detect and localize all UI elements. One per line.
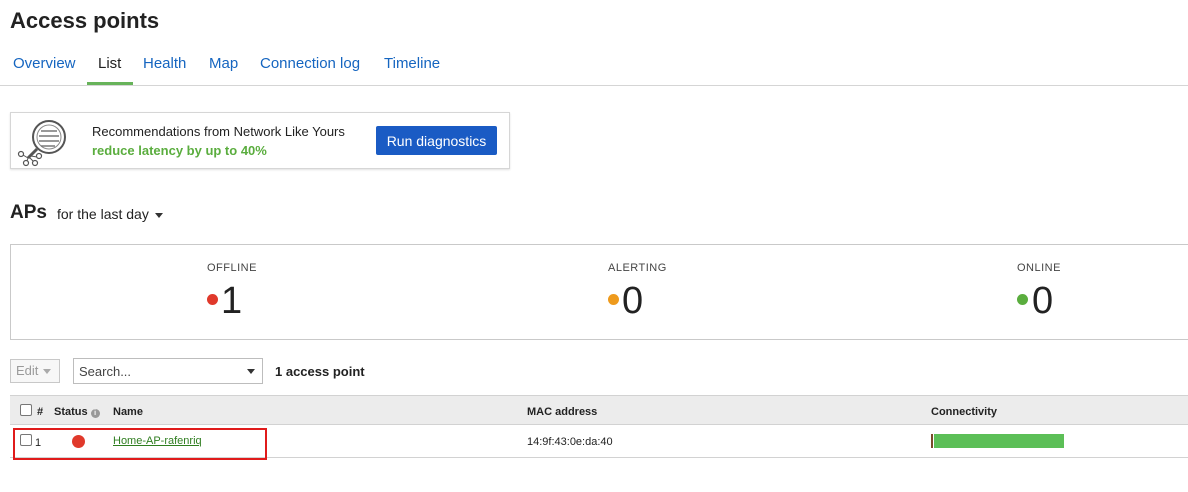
- time-range-dropdown[interactable]: for the last day: [57, 206, 163, 222]
- row-index: 1: [35, 437, 42, 449]
- time-range-label: for the last day: [57, 206, 149, 222]
- alerting-stat: ALERTING 0: [411, 245, 811, 341]
- alerting-label: ALERTING: [608, 262, 667, 274]
- mac-address: 14:9f:43:0e:da:40: [527, 436, 613, 448]
- table-row[interactable]: 1 Home-AP-rafenriq 14:9f:43:0e:da:40: [10, 426, 1188, 458]
- status-summary-panel: OFFLINE 1 ALERTING 0 ONLINE 0: [10, 244, 1188, 340]
- tab-connection-log[interactable]: Connection log: [260, 55, 360, 72]
- recommendation-text: Recommendations from Network Like Yours: [92, 124, 345, 139]
- row-checkbox[interactable]: [20, 434, 32, 446]
- search-input[interactable]: [73, 358, 263, 384]
- tab-list[interactable]: List: [98, 55, 121, 72]
- alerting-status-dot: [608, 294, 619, 305]
- online-count: 0: [1032, 280, 1054, 322]
- alerting-count: 0: [622, 280, 644, 322]
- run-diagnostics-button[interactable]: Run diagnostics: [376, 126, 497, 155]
- access-point-count: 1 access point: [275, 364, 365, 379]
- tab-timeline[interactable]: Timeline: [384, 55, 440, 72]
- online-label: ONLINE: [1017, 262, 1061, 274]
- column-status-label: Status: [54, 406, 88, 418]
- column-name[interactable]: Name: [113, 406, 143, 418]
- recommendation-banner: Recommendations from Network Like Yours …: [10, 112, 510, 169]
- tab-overview[interactable]: Overview: [13, 55, 76, 72]
- connectivity-bar: [934, 434, 1064, 448]
- connectivity-offline-marker: [931, 434, 933, 448]
- offline-stat: OFFLINE 1: [11, 245, 411, 341]
- column-status[interactable]: Status i: [54, 406, 100, 418]
- chevron-down-icon: [247, 369, 255, 374]
- tab-bar: Overview List Health Map Connection log …: [0, 0, 1188, 86]
- magnifier-network-icon: [17, 120, 66, 167]
- edit-dropdown[interactable]: Edit: [10, 359, 60, 383]
- offline-label: OFFLINE: [207, 262, 257, 274]
- online-stat: ONLINE 0: [811, 245, 1188, 341]
- recommendation-benefit: reduce latency by up to 40%: [92, 143, 267, 158]
- select-all-checkbox[interactable]: [20, 404, 32, 416]
- chevron-down-icon: [154, 212, 163, 218]
- info-icon[interactable]: i: [90, 409, 100, 418]
- table-header: # Status i Name MAC address Connectivity: [10, 395, 1188, 425]
- column-connectivity[interactable]: Connectivity: [931, 406, 997, 418]
- status-dot: [72, 435, 85, 448]
- column-index[interactable]: #: [37, 406, 43, 418]
- offline-status-dot: [207, 294, 218, 305]
- offline-count: 1: [221, 280, 243, 322]
- edit-label: Edit: [16, 363, 39, 378]
- tab-health[interactable]: Health: [143, 55, 186, 72]
- online-status-dot: [1017, 294, 1028, 305]
- ap-name-link[interactable]: Home-AP-rafenriq: [113, 435, 202, 447]
- chevron-down-icon: [43, 369, 52, 375]
- active-tab-indicator: [87, 82, 133, 85]
- column-mac-address[interactable]: MAC address: [527, 406, 597, 418]
- tab-map[interactable]: Map: [209, 55, 238, 72]
- aps-section-title: APs: [10, 202, 47, 223]
